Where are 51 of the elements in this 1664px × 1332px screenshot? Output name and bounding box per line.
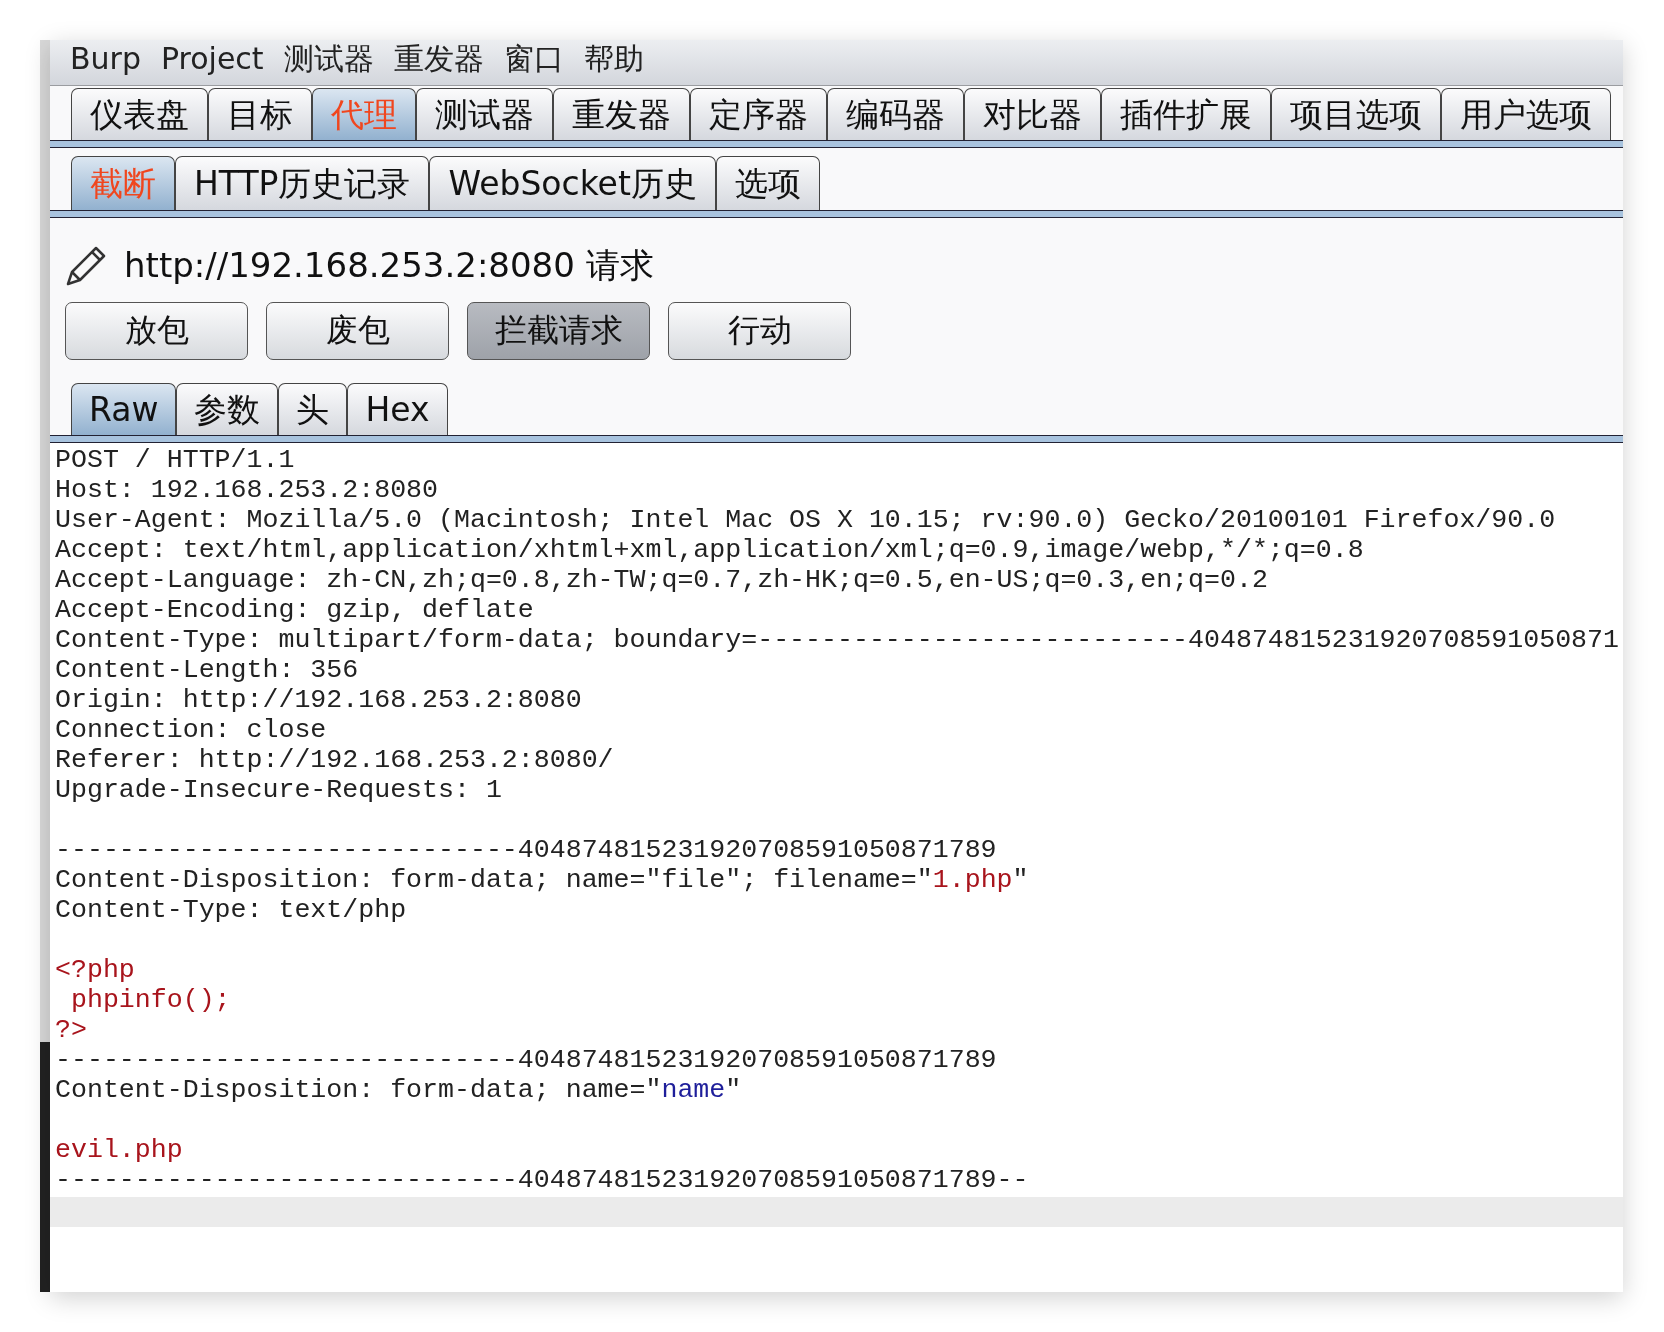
menu-item[interactable]: Burp — [70, 40, 141, 74]
tab[interactable]: 编码器 — [827, 88, 964, 140]
code-line: Accept-Language: zh-CN,zh;q=0.8,zh-TW;q=0.7,zh-HK;q=0.5,en-US;q=0.3,en;q=0.2 — [55, 565, 1269, 595]
code-line: Host: 192.168.253.2:8080 — [55, 475, 439, 505]
menu-item[interactable]: Project — [161, 40, 264, 74]
code-line: Accept-Encoding: gzip, deflate — [55, 595, 535, 625]
action-button[interactable]: 行动 — [668, 302, 851, 360]
request-title: http://192.168.253.2:8080 请求 — [124, 244, 654, 287]
code-line: User-Agent: Mozilla/5.0 (Macintosh; Intel Mac OS X 10.15; rv:90.0) Gecko/20100101 Firefox/90.0 — [55, 505, 1557, 535]
code-line: Content-Length: 356 — [55, 655, 360, 685]
tab[interactable]: WebSocket历史 — [429, 156, 716, 210]
action-button[interactable]: 拦截请求 — [467, 302, 650, 360]
tab[interactable]: 头 — [278, 383, 348, 435]
code-line: POST / HTTP/1.1 — [55, 445, 296, 475]
code-line: -----------------------------404874815231920708591050871789-- — [55, 1165, 1030, 1195]
tab[interactable]: Hex — [347, 383, 448, 435]
tab[interactable]: 参数 — [176, 383, 279, 435]
code-line: Origin: http://192.168.253.2:8080 — [55, 685, 583, 715]
tab[interactable]: 对比器 — [964, 88, 1101, 140]
tab[interactable]: 定序器 — [690, 88, 827, 140]
code-line: Content-Disposition: form-data; name="file"; filename="1.php" — [55, 865, 1030, 895]
code-line: Connection: close — [55, 715, 328, 745]
tab[interactable]: 重发器 — [553, 88, 690, 140]
tab[interactable]: 仪表盘 — [71, 88, 208, 140]
code-line: <?php — [55, 955, 136, 985]
code-line: -----------------------------404874815231920708591050871789 — [55, 835, 998, 865]
code-line: Content-Type: text/php — [55, 895, 408, 925]
tab[interactable]: 项目选项 — [1271, 88, 1441, 140]
action-button[interactable]: 放包 — [65, 302, 248, 360]
tab[interactable]: HTTP历史记录 — [175, 156, 430, 210]
tab[interactable]: 用户选项 — [1441, 88, 1611, 140]
menu-item[interactable]: 帮助 — [583, 40, 644, 74]
code-line: evil.php — [55, 1135, 184, 1165]
menu-item[interactable]: 测试器 — [283, 40, 374, 74]
code-line: Referer: http://192.168.253.2:8080/ — [55, 745, 615, 775]
code-line: -----------------------------404874815231920708591050871789 — [55, 1045, 998, 1075]
tab[interactable]: 选项 — [715, 156, 820, 210]
code-line: Upgrade-Insecure-Requests: 1 — [55, 775, 503, 805]
action-button[interactable]: 废包 — [266, 302, 449, 360]
tab[interactable]: 目标 — [208, 88, 312, 140]
menu-item[interactable]: 窗口 — [503, 40, 564, 74]
tab[interactable]: 测试器 — [416, 88, 553, 140]
menu-item[interactable]: 重发器 — [393, 40, 484, 74]
code-line: phpinfo(); — [69, 985, 232, 1015]
code-line: ?> — [55, 1015, 88, 1045]
tab[interactable]: Raw — [71, 383, 177, 435]
request-editor[interactable] — [50, 443, 1623, 1292]
code-line: Content-Type: multipart/form-data; boundary=---------------------------404874815231920708591050871 — [55, 625, 1620, 655]
tab[interactable]: 插件扩展 — [1101, 88, 1271, 140]
code-line: Accept: text/html,application/xhtml+xml,application/xml;q=0.9,image/webp,*/*;q=0.8 — [55, 535, 1365, 565]
code-line: Content-Disposition: form-data; name="name" — [55, 1075, 743, 1105]
